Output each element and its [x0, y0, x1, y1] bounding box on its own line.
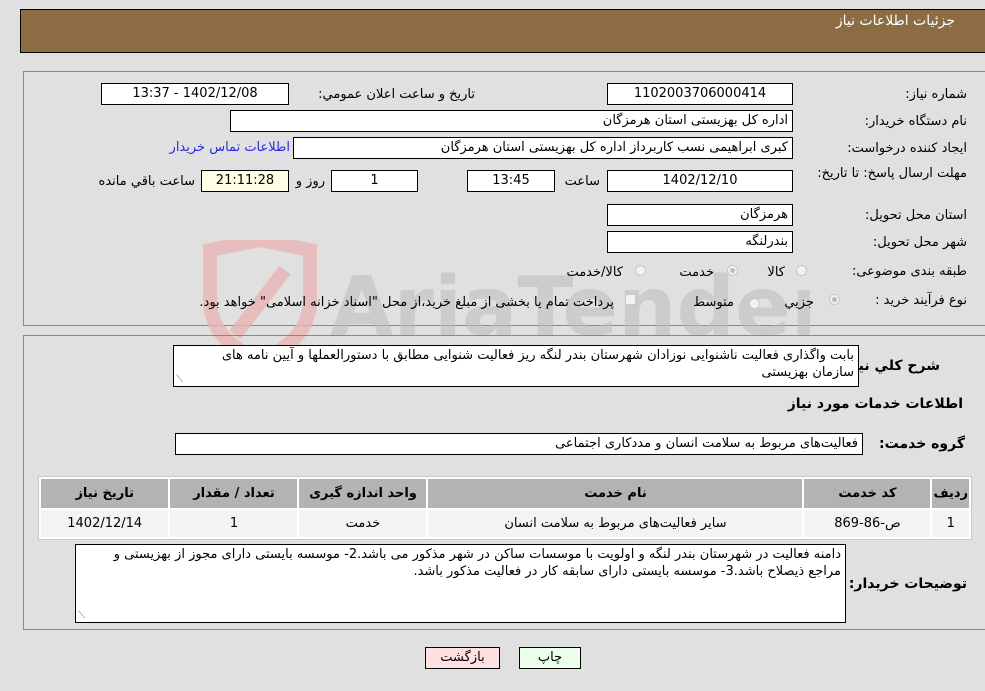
purchase-radio-medium[interactable]: [749, 298, 760, 309]
days-label: روز و: [295, 174, 325, 189]
requester-field: کبری ابراهیمی نسب کاربرداز اداره کل بهزی…: [293, 137, 793, 159]
city-field: بندرلنگه: [607, 231, 793, 253]
purchase-type-label: نوع فرآیند خرید :: [875, 293, 967, 308]
resize-grip-icon[interactable]: ⟋: [78, 611, 85, 621]
resize-grip-icon[interactable]: ⟋: [176, 375, 183, 385]
deadline-label: مهلت ارسال پاسخ: تا تاریخ:: [817, 166, 967, 181]
category-option-service: خدمت: [679, 265, 714, 280]
announce-datetime-field: 1402/12/08 - 13:37: [101, 83, 289, 105]
purchase-option-minor: جزيي: [784, 295, 814, 310]
col-service-code: کد خدمت: [804, 479, 931, 508]
buyer-contact-link[interactable]: اطلاعات تماس خریدار: [170, 140, 290, 155]
description-text: بابت واگذاری فعالیت ناشنوایی نوزادان شهر…: [221, 348, 854, 380]
treasury-note: پرداخت تمام یا بخشی از مبلغ خرید،از محل …: [199, 295, 614, 310]
purchase-option-medium: متوسط: [693, 295, 734, 310]
purchase-radio-minor[interactable]: [829, 294, 840, 305]
treasury-checkbox[interactable]: [625, 294, 636, 305]
col-row-number: ردیف: [932, 479, 969, 508]
back-button[interactable]: بازگشت: [425, 647, 500, 669]
description-textarea[interactable]: بابت واگذاری فعالیت ناشنوایی نوزادان شهر…: [173, 345, 859, 387]
print-button[interactable]: چاپ: [519, 647, 581, 669]
cell-need-date: 1402/12/14: [41, 510, 169, 537]
col-service-name: نام خدمت: [428, 479, 803, 508]
buyer-notes-text: دامنه فعالیت در شهرستان بندر لنگه و اولو…: [113, 547, 841, 579]
announce-datetime-label: تاریخ و ساعت اعلان عمومي:: [318, 87, 475, 102]
deadline-date-field: 1402/12/10: [607, 170, 793, 192]
deadline-time-field: 13:45: [467, 170, 555, 192]
cell-unit: خدمت: [299, 510, 427, 537]
buyer-notes-label: توضیحات خریدار:: [848, 576, 967, 592]
col-quantity: تعداد / مقدار: [170, 479, 298, 508]
col-unit: واحد اندازه گیری: [299, 479, 427, 508]
category-radio-service[interactable]: [727, 265, 738, 276]
remaining-time-field: 21:11:28: [201, 170, 289, 192]
category-label: طبقه بندی موضوعی:: [851, 264, 967, 279]
cell-service-code: ص-86-869: [804, 510, 931, 537]
table-row: 1 ص-86-869 سایر فعالیت‌های مربوط به سلام…: [41, 510, 969, 537]
need-number-field: 1102003706000414: [607, 83, 793, 105]
city-label: شهر محل تحویل:: [872, 235, 967, 250]
table-header-row: ردیف کد خدمت نام خدمت واحد اندازه گیری ت…: [41, 479, 969, 508]
service-group-field: فعالیت‌های مربوط به سلامت انسان و مددکار…: [175, 433, 863, 455]
cell-quantity: 1: [170, 510, 298, 537]
page-title: جزئیات اطلاعات نیاز: [835, 13, 955, 29]
buyer-notes-textarea[interactable]: دامنه فعالیت در شهرستان بندر لنگه و اولو…: [75, 544, 846, 623]
services-section-title: اطلاعات خدمات مورد نیاز: [787, 396, 963, 412]
need-number-label: شماره نیاز:: [905, 87, 967, 102]
category-radio-goods[interactable]: [796, 265, 807, 276]
cell-row-number: 1: [932, 510, 969, 537]
remaining-time-label: ساعت باقي مانده: [98, 174, 195, 189]
col-need-date: تاریخ نیاز: [41, 479, 169, 508]
buyer-org-field: اداره کل بهزیستی استان هرمزگان: [230, 110, 793, 132]
deadline-time-label: ساعت: [564, 174, 600, 189]
category-option-goods: کالا: [767, 265, 785, 280]
remaining-days-field: 1: [331, 170, 418, 192]
service-group-label: گروه خدمت:: [879, 436, 965, 452]
services-table-wrap: ردیف کد خدمت نام خدمت واحد اندازه گیری ت…: [38, 476, 972, 540]
province-label: استان محل تحویل:: [865, 208, 967, 223]
cell-service-name: سایر فعالیت‌های مربوط به سلامت انسان: [428, 510, 803, 537]
category-radio-goods-service[interactable]: [635, 265, 646, 276]
services-table: ردیف کد خدمت نام خدمت واحد اندازه گیری ت…: [39, 477, 971, 539]
province-field: هرمزگان: [607, 204, 793, 226]
category-option-goods-service: کالا/خدمت: [566, 265, 623, 280]
buyer-org-label: نام دستگاه خریدار:: [864, 114, 967, 129]
requester-label: ایجاد کننده درخواست:: [847, 141, 967, 156]
